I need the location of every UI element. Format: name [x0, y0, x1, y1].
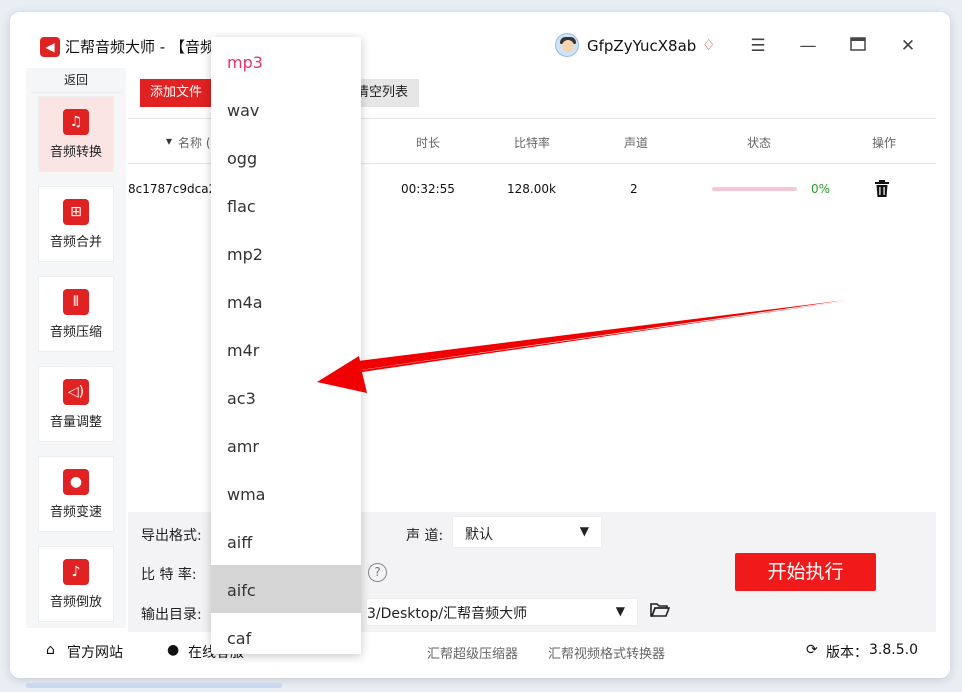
annotation-arrow: [317, 300, 846, 393]
taskbar-indicator: [26, 683, 282, 688]
